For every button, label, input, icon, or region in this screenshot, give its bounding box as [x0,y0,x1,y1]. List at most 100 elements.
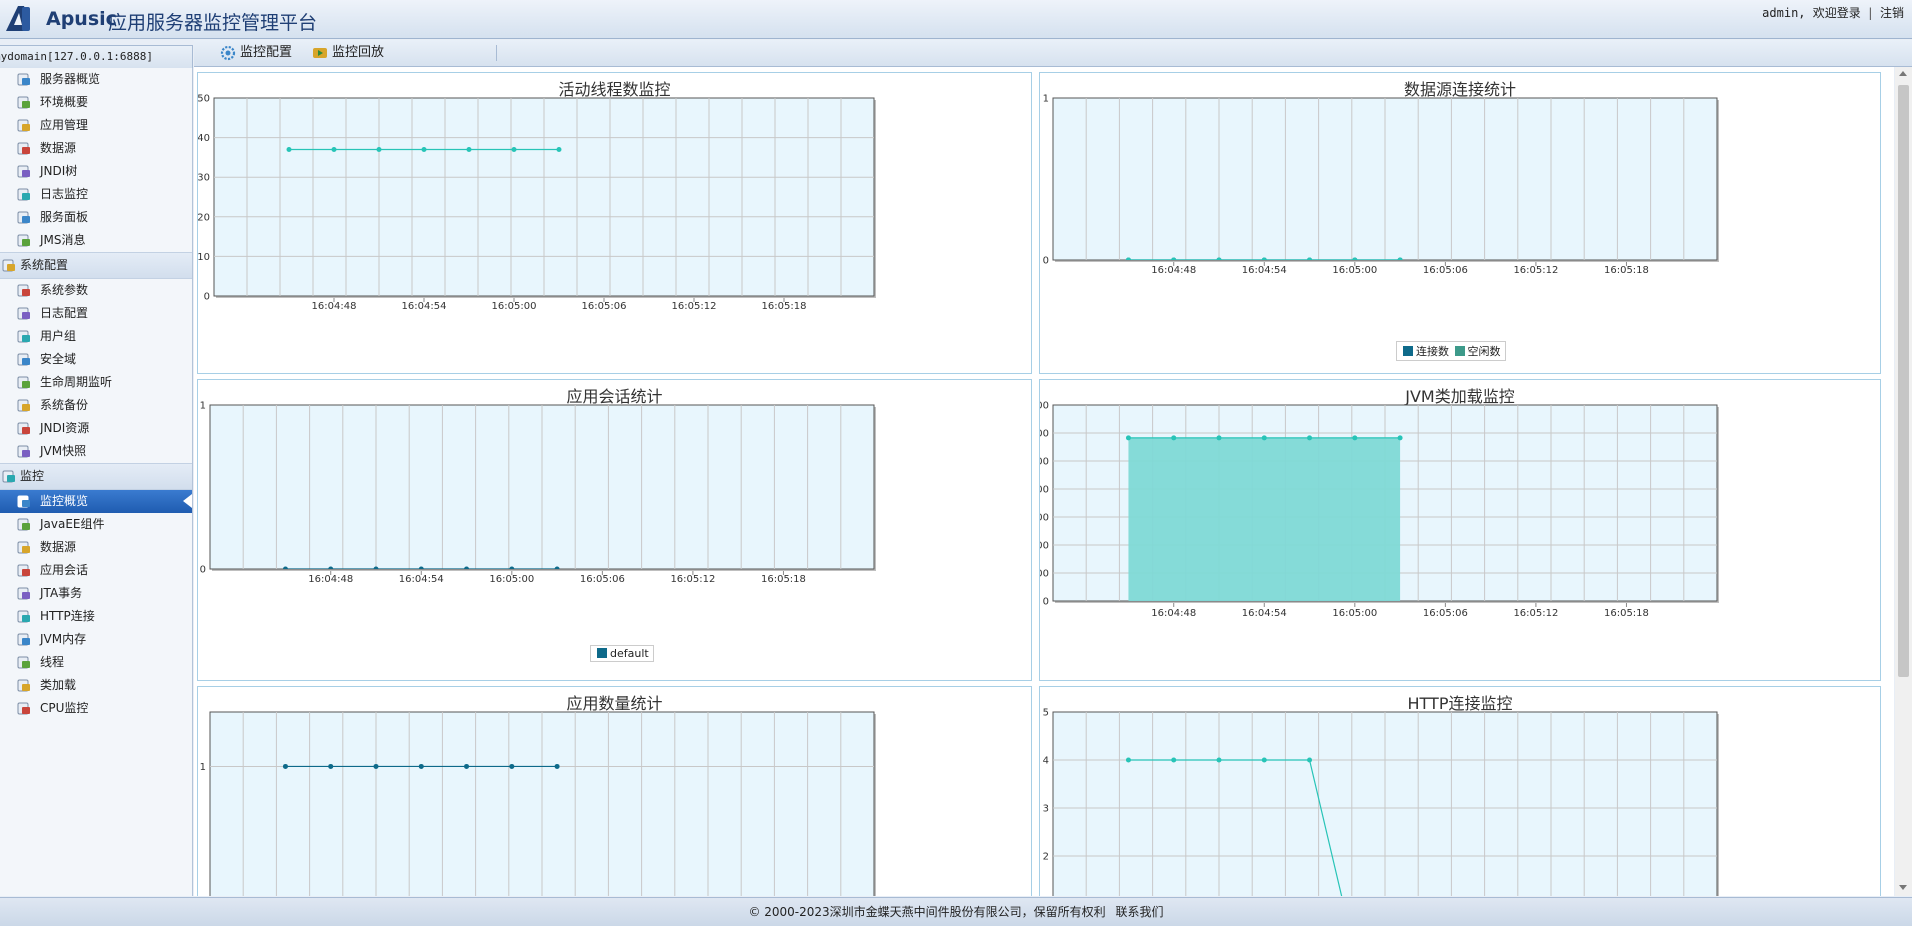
sidebar-item-label: 生命周期监听 [40,375,113,389]
monitor-overview-icon [17,495,30,508]
jndi-resource-icon [17,422,30,435]
jndi-tree-icon [17,165,30,178]
data-point [466,146,472,152]
series-group [1125,435,1403,601]
jvm-memory-icon [17,633,30,646]
playback-icon [313,48,327,58]
x-tick-label: 16:05:12 [1513,608,1558,619]
user-group-icon [17,330,30,343]
sidebar-item-jndi-resource[interactable]: JNDI资源 [0,417,192,440]
sidebar-item-label: HTTP连接 [40,609,95,623]
data-point [554,763,560,769]
data-point [1307,757,1313,763]
x-tick-label: 16:04:54 [399,574,444,585]
service-panel-icon [17,211,30,224]
sidebar-item-label: JTA事务 [40,586,83,600]
app-icon [17,119,30,132]
x-tick-label: 16:04:48 [1151,265,1196,276]
sidebar-item-service-panel[interactable]: 服务面板 [0,206,192,229]
sidebar-item-label: 系统配置 [20,258,69,272]
monitor-config-button[interactable]: 监控配置 [220,44,292,62]
sidebar-item-jvm-memory[interactable]: JVM内存 [0,628,192,651]
chart-legend[interactable]: default [590,645,654,662]
sidebar-item-security-domain[interactable]: 安全域 [0,348,192,371]
sidebar-item-log-config[interactable]: 日志配置 [0,302,192,325]
logout-link[interactable]: 注销 [1880,6,1904,20]
y-tick-label: 12000 [1040,429,1049,440]
legend-swatch [1454,346,1465,356]
session-stats-chart: 0 1 16:04:48 16:04:54 16:05:00 16:05:06 16:05:… [200,401,876,585]
y-tick-label: 2 [1043,852,1049,863]
sidebar-item-jndi-tree[interactable]: JNDI树 [0,160,192,183]
sidebar-item-user-group[interactable]: 用户组 [0,325,192,348]
sidebar-item-http[interactable]: HTTP连接 [0,605,192,628]
toolbar: 监控配置 监控回放 [194,40,1912,67]
sidebar-item-backup[interactable]: 系统备份 [0,394,192,417]
data-point [509,763,515,769]
data-point [286,146,292,152]
sidebar-item-server-overview[interactable]: 服务器概览 [0,68,192,91]
sidebar-item-app[interactable]: 应用管理 [0,114,192,137]
y-tick-label: 3 [1043,804,1049,815]
sidebar-item-label: CPU监控 [40,701,89,715]
x-tick-label: 16:05:18 [762,301,807,312]
sidebar-item-label: 监控 [20,469,45,483]
sidebar-item-datasource[interactable]: 数据源 [0,137,192,160]
http-connection-panel: HTTP连接监控 2345 [1039,686,1881,896]
sidebar-item-jta[interactable]: JTA事务 [0,582,192,605]
x-tick-label: 16:04:48 [312,301,357,312]
apusic-logo [6,6,30,31]
sidebar-item-label: 环境概要 [40,95,89,109]
sidebar-item-env[interactable]: 环境概要 [0,91,192,114]
sidebar-item-label: 线程 [40,655,65,669]
x-tick-label: 16:05:06 [580,574,625,585]
sidebar-item-log-monitor[interactable]: 日志监控 [0,183,192,206]
footer: © 2000-2023深圳市金蝶天燕中间件股份有限公司，保留所有权利 联系我们 [0,897,1912,926]
legend-item: 连接数 [1416,345,1449,358]
y-tick-label: 0 [1043,597,1049,608]
sidebar-item-label: JVM快照 [40,444,87,458]
sidebar-item-classload[interactable]: 类加载 [0,674,192,697]
sidebar-item-system-params[interactable]: 系统参数 [0,279,192,302]
data-point [464,763,470,769]
sidebar-item-cpu[interactable]: CPU监控 [0,697,192,720]
sidebar-item-javaee[interactable]: JavaEE组件 [0,513,192,536]
thread-monitor-chart: 0 10 20 30 40 50 16:04:48 16:04:54 16:05:00 16:05… [198,94,876,312]
contact-link[interactable]: 联系我们 [1116,905,1164,919]
sidebar-group-system-config[interactable]: 系统配置 [0,252,192,279]
x-tick-label: 16:05:18 [1604,265,1649,276]
sidebar-item-jms[interactable]: JMS消息 [0,229,192,252]
chart-legend[interactable]: 连接数 空闲数 [1396,341,1506,361]
sidebar-group-monitor-group[interactable]: 监控 [0,463,192,490]
data-point [556,146,562,152]
sidebar-item-label: 服务器概览 [40,72,101,86]
sidebar-item-label: 安全域 [40,352,77,366]
sidebar-item-monitor-overview[interactable]: 监控概览 [0,490,192,513]
x-tick-label: 16:05:06 [1423,608,1468,619]
platform-title: 应用服务器监控管理平台 [108,12,318,34]
sidebar-item-jvm-snapshot[interactable]: JVM快照 [0,440,192,463]
data-point [376,146,382,152]
sidebar-item-datasource[interactable]: 数据源 [0,536,192,559]
brand-name: Apusic [46,8,117,30]
user-area: admin, 欢迎登录 | 注销 [1762,6,1904,20]
y-tick-label: 10000 [1040,457,1049,468]
sidebar-item-lifecycle[interactable]: 生命周期监听 [0,371,192,394]
scroll-up-icon[interactable] [1899,71,1907,76]
sidebar-item-label: 系统参数 [40,283,89,297]
data-point [1261,435,1267,441]
monitor-playback-button[interactable]: 监控回放 [312,44,384,62]
sidebar-item-thread[interactable]: 线程 [0,651,192,674]
content-scrollbar[interactable] [1895,67,1912,896]
scroll-thumb[interactable] [1898,85,1909,677]
y-tick-label: 1 [1043,94,1049,105]
jvm-snapshot-icon [17,445,30,458]
env-icon [17,96,30,109]
domain-label[interactable]: mydomain[127.0.0.1:6888] [0,50,153,63]
sidebar-item-session[interactable]: 应用会话 [0,559,192,582]
backup-icon [17,399,30,412]
x-tick-label: 16:04:54 [1242,608,1287,619]
data-point [328,763,334,769]
session-icon [17,564,30,577]
scroll-down-icon[interactable] [1899,885,1907,890]
